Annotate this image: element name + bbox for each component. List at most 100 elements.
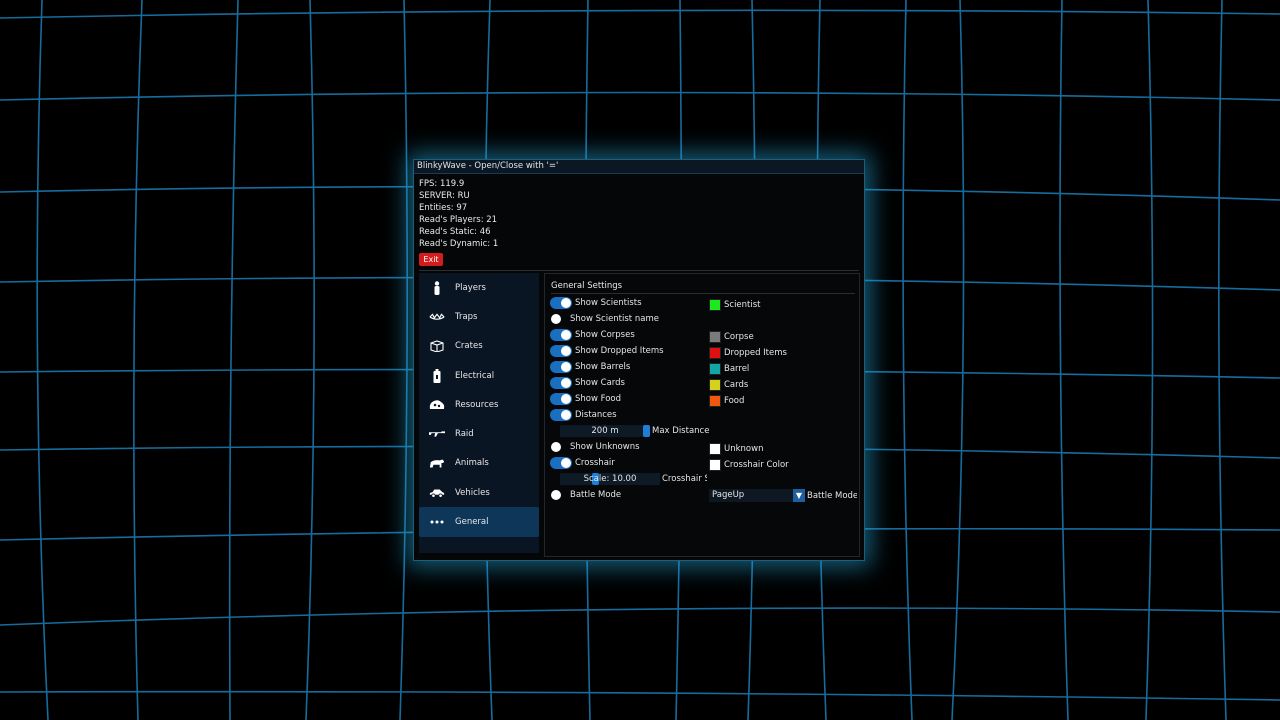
sidebar-item-label: Vehicles: [455, 487, 490, 498]
show-scientists-toggle[interactable]: [550, 297, 572, 309]
show-cards-row: Show Cards: [550, 376, 625, 390]
sidebar-item-animals[interactable]: Animals: [419, 449, 539, 478]
dynamic-readout: Read's Dynamic: 1: [419, 239, 499, 249]
show-barrels-toggle[interactable]: [550, 361, 572, 373]
food-color-swatch[interactable]: [709, 395, 721, 407]
battery-icon: [429, 368, 445, 383]
show-cards-toggle[interactable]: [550, 377, 572, 389]
slider-handle[interactable]: [643, 425, 650, 437]
sidebar-item-raid[interactable]: Raid: [419, 419, 539, 448]
show-barrels-label: Show Barrels: [575, 362, 631, 372]
dropped-color-swatch[interactable]: [709, 347, 721, 359]
battle-mode-key-value: PageUp: [712, 490, 745, 500]
crosshair-scale-value: Scale: 10.00: [583, 474, 637, 484]
show-barrels-row: Show Barrels: [550, 360, 630, 374]
overlay-window: BlinkyWave - Open/Close with '=' FPS: 11…: [413, 159, 865, 561]
cards-color-label: Cards: [724, 380, 749, 390]
crosshair-color-swatch[interactable]: [709, 459, 721, 471]
entities-readout: Entities: 97: [419, 203, 468, 213]
scientist-color-row: Scientist: [709, 298, 761, 312]
show-food-row: Show Food: [550, 392, 621, 406]
show-scientist-name-label: Show Scientist name: [570, 314, 659, 324]
fps-readout: FPS: 119.9: [419, 179, 465, 189]
corpse-color-row: Corpse: [709, 330, 754, 344]
unknown-color-swatch[interactable]: [709, 443, 721, 455]
show-scientists-row: Show Scientists: [550, 296, 642, 310]
crosshair-scale-slider[interactable]: Scale: 10.00: [560, 473, 660, 485]
show-dropped-items-toggle[interactable]: [550, 345, 572, 357]
food-color-row: Food: [709, 394, 744, 408]
section-title: General Settings: [551, 281, 623, 291]
battle-mode-key-label: Battle Mode I: [807, 491, 857, 501]
sidebar-item-crates[interactable]: Crates: [419, 332, 539, 361]
show-dropped-items-label: Show Dropped Items: [575, 346, 664, 356]
general-settings-panel: General Settings Show Scientists Show Sc…: [544, 273, 860, 557]
rifle-icon: [429, 428, 445, 440]
show-corpses-row: Show Corpses: [550, 328, 635, 342]
show-food-label: Show Food: [575, 394, 622, 404]
bear-icon: [429, 457, 445, 469]
battle-mode-checkbox[interactable]: [551, 490, 561, 500]
max-distance-label: Max Distance: [652, 426, 710, 436]
show-scientist-name-row: Show Scientist name: [550, 312, 659, 326]
exit-button[interactable]: Exit: [419, 253, 443, 266]
distances-toggle[interactable]: [550, 409, 572, 421]
sidebar-item-players[interactable]: Players: [419, 273, 539, 302]
battle-mode-key-select[interactable]: PageUp ▼: [709, 489, 805, 502]
show-unknowns-row: Show Unknowns: [550, 440, 640, 454]
dropped-color-row: Dropped Items: [709, 346, 787, 360]
sidebar-item-label: Traps: [455, 311, 478, 322]
sidebar-item-vehicles[interactable]: Vehicles: [419, 478, 539, 507]
crosshair-scale-label: Crosshair S: [662, 474, 707, 484]
more-icon: [429, 516, 445, 528]
scientist-color-swatch[interactable]: [709, 299, 721, 311]
person-icon: [429, 280, 445, 295]
show-unknowns-label: Show Unknowns: [570, 442, 640, 452]
sidebar-item-label: Animals: [455, 458, 489, 469]
section-divider: [551, 293, 855, 294]
sidebar-item-label: Players: [455, 282, 486, 293]
crosshair-color-label: Crosshair Color: [724, 460, 789, 470]
sidebar-item-label: Raid: [455, 429, 474, 440]
sidebar-item-electrical[interactable]: Electrical: [419, 361, 539, 390]
battle-mode-row: Battle Mode: [550, 488, 621, 502]
show-food-toggle[interactable]: [550, 393, 572, 405]
food-color-label: Food: [724, 396, 745, 406]
dropped-color-label: Dropped Items: [724, 348, 787, 358]
max-distance-value: 200 m: [591, 426, 619, 436]
sidebar-item-resources[interactable]: Resources: [419, 390, 539, 419]
distances-label: Distances: [575, 410, 617, 420]
scientist-color-label: Scientist: [724, 300, 761, 310]
crosshair-toggle[interactable]: [550, 457, 572, 469]
show-cards-label: Show Cards: [575, 378, 625, 388]
sidebar-item-label: General: [455, 517, 489, 528]
barrel-color-row: Barrel: [709, 362, 749, 376]
show-scientists-label: Show Scientists: [575, 298, 642, 308]
show-dropped-items-row: Show Dropped Items: [550, 344, 664, 358]
battle-mode-label: Battle Mode: [570, 490, 622, 500]
show-corpses-toggle[interactable]: [550, 329, 572, 341]
window-title[interactable]: BlinkyWave - Open/Close with '=': [414, 160, 864, 174]
cards-color-row: Cards: [709, 378, 748, 392]
crosshair-label: Crosshair: [575, 458, 615, 468]
show-corpses-label: Show Corpses: [575, 330, 635, 340]
static-readout: Read's Static: 46: [419, 227, 491, 237]
server-readout: SERVER: RU: [419, 191, 470, 201]
distances-row: Distances: [550, 408, 617, 422]
car-icon: [429, 487, 445, 499]
corpse-color-swatch[interactable]: [709, 331, 721, 343]
chevron-down-icon[interactable]: ▼: [793, 489, 805, 502]
show-scientist-name-checkbox[interactable]: [551, 314, 561, 324]
divider: [419, 270, 859, 271]
max-distance-slider[interactable]: 200 m: [560, 425, 650, 437]
stats-panel: FPS: 119.9 SERVER: RU Entities: 97 Read'…: [419, 178, 498, 250]
crosshair-color-row: Crosshair Color: [709, 458, 789, 472]
sidebar-item-label: Electrical: [455, 370, 495, 381]
sidebar-item-traps[interactable]: Traps: [419, 302, 539, 331]
sidebar-item-label: Crates: [455, 341, 483, 352]
unknown-color-row: Unknown: [709, 442, 763, 456]
sidebar-item-general[interactable]: General: [419, 507, 539, 537]
barrel-color-swatch[interactable]: [709, 363, 721, 375]
show-unknowns-checkbox[interactable]: [551, 442, 561, 452]
cards-color-swatch[interactable]: [709, 379, 721, 391]
